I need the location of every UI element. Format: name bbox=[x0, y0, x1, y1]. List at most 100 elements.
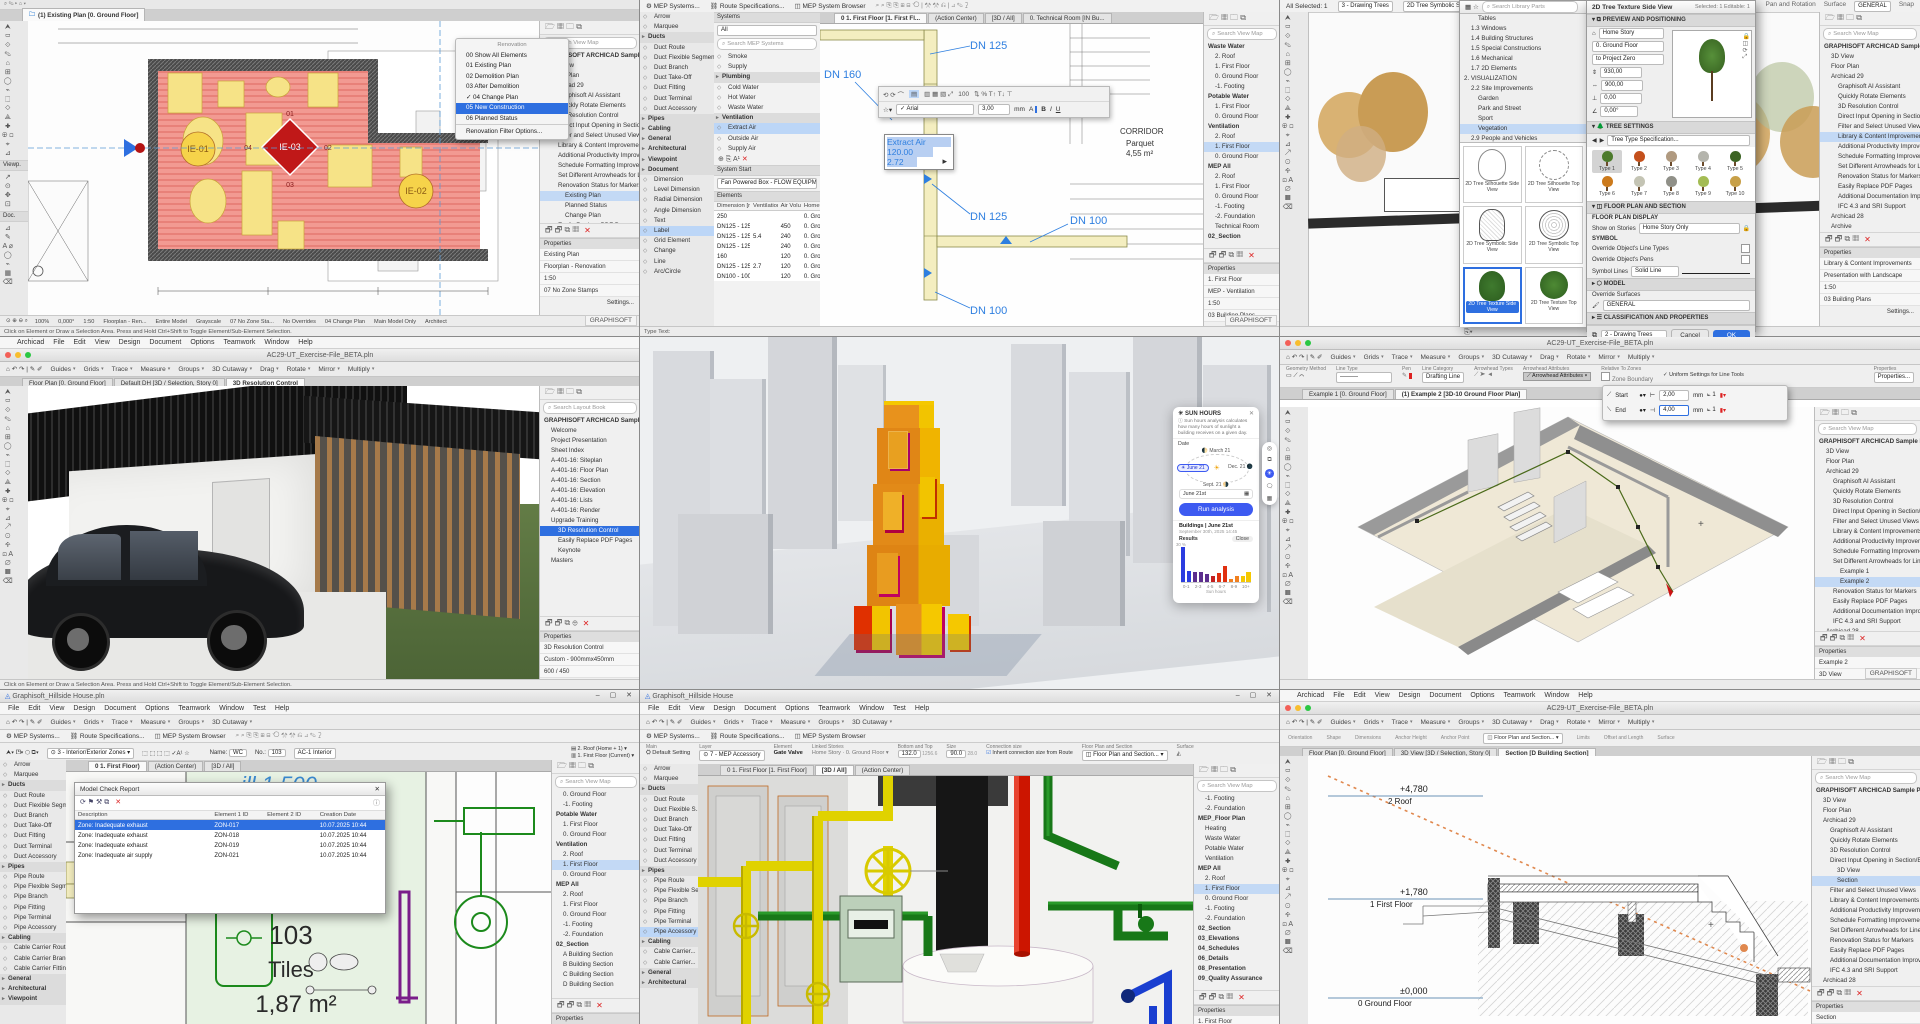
view-map-item[interactable]: 0. Ground Floor bbox=[552, 870, 640, 880]
view-map-item[interactable]: 0. Ground Floor bbox=[552, 830, 640, 840]
navigator-icons[interactable]: 🗁 ▦ 🗀 ⧉ bbox=[552, 760, 640, 774]
view-map-item[interactable]: Graphisoft AI Assistant bbox=[1812, 826, 1920, 836]
menu[interactable]: Document bbox=[149, 339, 181, 346]
tool-icons[interactable]: ⮝ ▭ ⟐ ✎ ⌂ ⊞ ◯ ⌁ ⬚ ◇ ⟁ ✚ ⊕ ◻ ⌖ ⊿ ↗ ⊙ ✥ ⊡ … bbox=[1280, 407, 1308, 609]
menu[interactable]: Edit bbox=[1354, 692, 1366, 699]
properties-header[interactable]: Properties bbox=[1204, 263, 1280, 274]
system-item[interactable]: Supply Air bbox=[714, 144, 820, 154]
view-map-item[interactable]: Schedule Formatting Improvements bbox=[540, 161, 640, 171]
tool-item[interactable]: Cabling bbox=[640, 124, 714, 134]
view-map-item[interactable]: -1. Footing bbox=[1194, 904, 1280, 914]
view-map-item[interactable]: Potable Water bbox=[552, 810, 640, 820]
quick-option[interactable]: 04 Change Plan bbox=[325, 319, 365, 325]
view-map-item[interactable]: Library & Content Improvements bbox=[1815, 527, 1920, 537]
view-map-item[interactable]: 1. First Floor bbox=[552, 860, 640, 870]
toolbar-trace[interactable]: Trace bbox=[112, 719, 133, 726]
layers-icon[interactable]: ⧉ bbox=[1267, 457, 1271, 464]
tool-item[interactable]: Document bbox=[640, 165, 714, 175]
quick-option[interactable]: 0,000° bbox=[58, 319, 74, 325]
view-map-item[interactable]: 3D View bbox=[1815, 447, 1920, 457]
tool-icons[interactable]: ⮝ ▭ ⟐ ✎ ⌂ ⊞ ◯ ⌁ ⬚ ◇ ⟁ ✚ ⊕ ◻ ⌖ ⊿ ↗ ⊙ ✥ ⊡ … bbox=[1280, 756, 1308, 958]
tool-item[interactable]: Arc/Circle bbox=[640, 267, 714, 277]
tree-type-option[interactable]: Type 6 bbox=[1592, 175, 1622, 198]
menu[interactable]: Teamwork bbox=[223, 339, 255, 346]
end-size-field[interactable]: 4,00 bbox=[1659, 405, 1689, 416]
toolbar-groups[interactable]: Groups bbox=[1458, 354, 1484, 361]
story-value[interactable]: 0. Ground Floor bbox=[1592, 41, 1664, 52]
menu-item[interactable]: 03 After Demolition bbox=[456, 82, 568, 93]
zone-number-field[interactable]: 103 bbox=[268, 749, 286, 757]
locate-icon[interactable]: ◎ bbox=[1267, 445, 1272, 452]
view-map-item[interactable]: Ventilation bbox=[1194, 854, 1280, 864]
toolbar-groups[interactable]: Groups bbox=[1458, 719, 1484, 726]
view-map-item[interactable]: 3D View bbox=[1820, 52, 1920, 62]
library-footer-icon[interactable]: ⎘▾ bbox=[1460, 327, 1586, 337]
tool-item[interactable]: Pipe Accessory bbox=[0, 923, 66, 933]
date-march[interactable]: 🌓 March 21 bbox=[1200, 448, 1232, 454]
toolbox-section-document[interactable]: Doc. bbox=[0, 211, 28, 222]
view-map-item[interactable]: B Building Section bbox=[552, 960, 640, 970]
table-row[interactable]: 2500. Grou... bbox=[714, 211, 820, 221]
tool-icons[interactable]: ⮝ ▭ ⟐ ✎ ⌂ ⊞ ◯ ⌁ ⬚ ◇ ⟁ ✚ ⊕ ◻ ⌖ ⊿ bbox=[0, 21, 28, 160]
layout-item[interactable]: A-401-16: Section bbox=[540, 476, 640, 486]
quick-option[interactable]: Main Model Only bbox=[374, 319, 416, 325]
quick-option[interactable]: Grayscale bbox=[196, 319, 221, 325]
view-map-item[interactable]: 0. Ground Floor bbox=[1204, 152, 1280, 162]
tool-item[interactable]: Pipe Accessory bbox=[640, 927, 698, 937]
table-row[interactable]: 1601200. Grou... bbox=[714, 251, 820, 261]
traffic-lights[interactable] bbox=[5, 352, 31, 358]
toolbar-guides[interactable]: Guides bbox=[50, 719, 75, 726]
tree-type-option[interactable]: Type 5 bbox=[1720, 150, 1750, 173]
view-tab[interactable]: [3D / All] bbox=[815, 765, 854, 775]
tool-item[interactable]: Viewpoint bbox=[0, 994, 66, 1004]
view-map-item[interactable]: 2. Roof bbox=[1204, 172, 1280, 182]
settings-button[interactable]: Settings... bbox=[1820, 306, 1920, 317]
layout-item[interactable]: A-401-16: Siteplan bbox=[540, 456, 640, 466]
navigator-icons[interactable]: 🗁 ▦ 🗀 ⧉ bbox=[540, 21, 640, 35]
view-map-item[interactable]: Waste Water bbox=[1194, 834, 1280, 844]
cancel-button[interactable]: Cancel bbox=[1671, 329, 1709, 337]
toolbar-guides[interactable]: Guides bbox=[1330, 719, 1355, 726]
library-item[interactable]: 2D Tree Symbolic Top View bbox=[1525, 206, 1584, 263]
element-name[interactable]: Gate Valve bbox=[774, 750, 803, 756]
view-map-item[interactable]: Floor Plan bbox=[1812, 806, 1920, 816]
view-map-item[interactable]: Graphisoft AI Assistant bbox=[1815, 477, 1920, 487]
view-map-item[interactable]: -1. Footing bbox=[552, 800, 640, 810]
view-map-item[interactable]: Direct Input Opening in Section/Elevatio… bbox=[1820, 112, 1920, 122]
toolbar-multiply[interactable]: Multiply bbox=[1628, 719, 1655, 726]
menu[interactable]: Design bbox=[73, 705, 95, 712]
properties-header[interactable]: Properties bbox=[1815, 646, 1920, 657]
view-map-item[interactable]: Example 1 bbox=[1815, 567, 1920, 577]
view-map-item[interactable]: Quickly Rotate Elements bbox=[1820, 92, 1920, 102]
override-pens-checkbox[interactable] bbox=[1741, 255, 1750, 264]
systems-filter-select[interactable]: All bbox=[717, 25, 817, 36]
view-map-item[interactable]: IFC 4.3 and SRI Support bbox=[1812, 966, 1920, 976]
toolbar-grids[interactable]: Grids bbox=[724, 719, 744, 726]
view-map-item[interactable]: Library & Content Improvements bbox=[540, 141, 640, 151]
tool-item[interactable]: Duct Take-Off bbox=[640, 825, 698, 835]
view-map-item[interactable]: IFC 4.3 and SRI Support bbox=[1815, 617, 1920, 627]
tool-item[interactable]: General bbox=[640, 134, 714, 144]
view-map-item[interactable]: Set Different Arrowheads for Line Tools bbox=[540, 171, 640, 181]
mep-systems-button[interactable]: ⚙ MEP Systems... bbox=[646, 732, 700, 740]
tool-item[interactable]: Viewpoint bbox=[640, 155, 714, 165]
navigator-icons[interactable]: 🗁 ▦ 🗀 ⧉ bbox=[1815, 407, 1920, 421]
view-map-item[interactable]: Potable Water bbox=[1194, 844, 1280, 854]
system-item[interactable]: Waste Water bbox=[714, 103, 820, 113]
layout-item[interactable]: Upgrade Training bbox=[540, 516, 640, 526]
toolbar-mirror[interactable]: Mirror bbox=[1598, 719, 1619, 726]
section-tree-settings[interactable]: ▾ 🌲 TREE SETTINGS bbox=[1587, 121, 1755, 134]
toolbar-cutaway[interactable]: 3D Cutaway bbox=[212, 719, 252, 726]
tool-item[interactable]: Marquee bbox=[0, 770, 66, 780]
view-map-item[interactable]: Ventilation bbox=[552, 840, 640, 850]
view-map-item[interactable]: GRAPHISOFT ARCHICAD Sample Project – Hil… bbox=[1820, 42, 1920, 52]
zone-tool-icons[interactable]: ⮝▾ ◳▾ ⬡ ⧉▾ bbox=[6, 750, 39, 757]
view-map-item[interactable]: MEP_Floor Plan bbox=[1194, 814, 1280, 824]
report-toolbar[interactable]: ⟳ ⚑ ⚒ ⧉ ✕ⓘ bbox=[75, 796, 385, 811]
view-map-item[interactable]: Schedule Formatting Improvements bbox=[1815, 547, 1920, 557]
tool-item[interactable]: Duct Route bbox=[0, 791, 66, 801]
tool-item[interactable]: Pipe Route bbox=[640, 876, 698, 886]
view-tab[interactable]: (Action Center) bbox=[855, 765, 911, 775]
menu-item[interactable]: ✓ 04 Change Plan bbox=[456, 93, 568, 104]
view-map-item[interactable]: Floor Plan bbox=[1815, 457, 1920, 467]
